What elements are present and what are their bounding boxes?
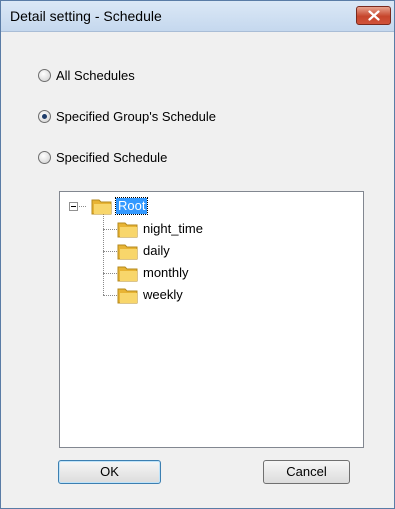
folder-icon xyxy=(117,266,138,282)
tree-node-daily[interactable]: daily xyxy=(141,243,172,259)
tree-node-night-time[interactable]: night_time xyxy=(141,221,205,237)
tree-node-root[interactable]: Root xyxy=(114,197,149,215)
dialog-window: Detail setting - Schedule All Schedules … xyxy=(0,0,395,509)
collapse-toggle[interactable] xyxy=(69,202,78,211)
cancel-button[interactable]: Cancel xyxy=(263,460,350,484)
folder-icon xyxy=(91,199,112,215)
title-bar[interactable]: Detail setting - Schedule xyxy=(1,1,394,32)
tree-node-monthly[interactable]: monthly xyxy=(141,265,191,281)
tree-node-weekly[interactable]: weekly xyxy=(141,287,185,303)
tree-connector xyxy=(77,206,86,207)
radio-label: Specified Group's Schedule xyxy=(56,109,217,124)
radio-button[interactable] xyxy=(38,110,51,123)
radio-button[interactable] xyxy=(38,69,51,82)
radio-label: All Schedules xyxy=(56,68,135,83)
tree-connector xyxy=(103,229,117,230)
tree-connector xyxy=(103,251,117,252)
window-title: Detail setting - Schedule xyxy=(10,8,162,24)
radio-label: Specified Schedule xyxy=(56,150,168,165)
folder-icon xyxy=(117,244,138,260)
folder-icon xyxy=(117,222,138,238)
tree-connector xyxy=(103,273,117,274)
tree-connector xyxy=(103,295,117,296)
ok-button[interactable]: OK xyxy=(58,460,161,484)
schedule-tree[interactable]: Root night_time daily monthly weekly xyxy=(59,191,364,448)
close-icon xyxy=(368,10,380,21)
tree-connector xyxy=(103,214,104,295)
radio-selected-dot xyxy=(42,114,47,119)
radio-button[interactable] xyxy=(38,151,51,164)
close-button[interactable] xyxy=(356,6,391,25)
folder-icon xyxy=(117,288,138,304)
